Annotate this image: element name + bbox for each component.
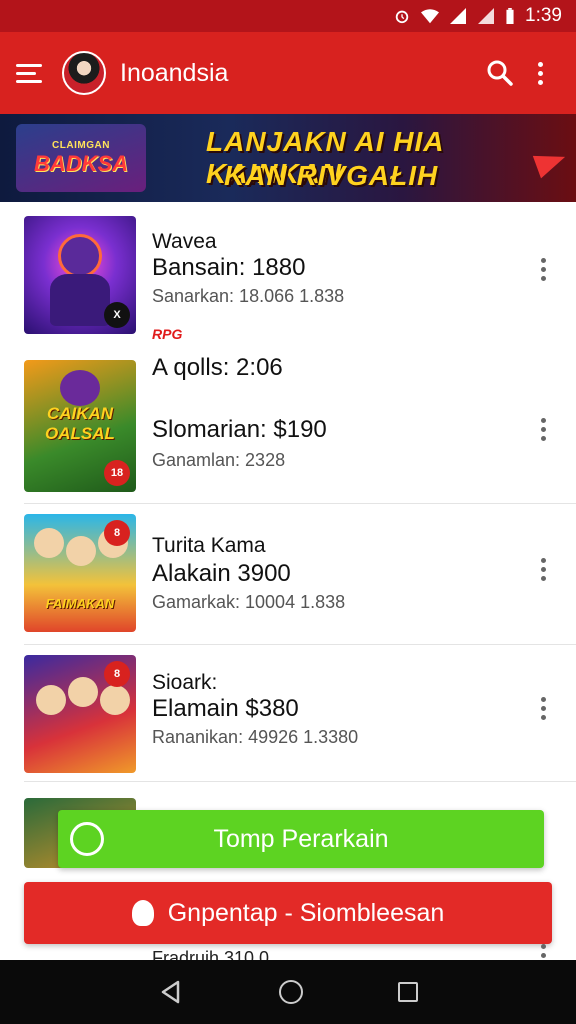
age-badge: 8 (104, 661, 130, 687)
thumbnail-title: FAIMAKAN (45, 596, 115, 611)
status-bar: 1:39 (0, 0, 576, 32)
search-button[interactable] (480, 53, 520, 93)
banner-logo: CLAIMGAN BADKSA (16, 124, 146, 192)
x-badge-icon: X (104, 302, 130, 328)
game-stats: Rananikan: 49926 1.3380 (152, 727, 359, 747)
banner-logo-small-text: CLAIMGAN (52, 139, 110, 151)
divider (24, 781, 576, 782)
game-title: Sioark: (152, 671, 218, 694)
game-stats: Ganamlan: 2328 (152, 450, 286, 470)
list-item[interactable]: FAIMAKAN 8 Turita Kama Alakain 3900 Gama… (0, 504, 576, 644)
more-vert-icon[interactable] (541, 418, 546, 441)
game-stats: Sanarkan: 18.066 1.838 (152, 286, 345, 306)
more-vert-icon[interactable] (541, 944, 546, 958)
game-thumbnail: 8 (24, 655, 136, 773)
game-thumbnail: X (24, 216, 136, 334)
clock: 1:39 (525, 5, 562, 26)
game-title: A qolls: 2:06 (152, 354, 283, 381)
signal-icon (450, 8, 467, 24)
red-action-button[interactable]: Gnpentap - Siombleesan (24, 882, 552, 944)
avatar[interactable] (62, 51, 106, 95)
app-bar: Inoandsia (0, 32, 576, 114)
more-vert-icon[interactable] (541, 697, 546, 720)
game-price: Alakain 3900 (152, 560, 291, 587)
list-item[interactable]: CAIKAN OALSAL 18 A qolls: 2:06 Slomarian… (0, 344, 576, 504)
age-badge: 8 (104, 520, 130, 546)
more-vert-icon (537, 61, 543, 85)
game-title: Turita Kama (152, 534, 266, 557)
wifi-icon (421, 9, 440, 24)
tap-icon (131, 900, 154, 926)
signal-icon (478, 8, 495, 24)
more-vert-button[interactable] (520, 53, 560, 93)
game-price: Slomarian: $190 (152, 416, 327, 443)
system-nav-bar (0, 960, 576, 1024)
menu-icon[interactable] (16, 55, 52, 91)
more-vert-icon[interactable] (541, 558, 546, 581)
green-button-label: Tomp Perarkain (213, 824, 389, 853)
battery-icon (506, 8, 514, 24)
search-icon (487, 60, 513, 86)
thumbnail-title: CAIKAN OALSAL (45, 404, 115, 443)
game-title: Wavea (152, 230, 217, 253)
list-item[interactable]: X Wavea Bansain: 1880 Sanarkan: 18.066 1… (0, 202, 576, 344)
home-icon[interactable] (278, 980, 303, 1004)
game-price: Elamain $380 (152, 695, 299, 722)
banner-logo-big-text: BADKSA (33, 150, 129, 176)
game-thumbnail: CAIKAN OALSAL 18 (24, 360, 136, 492)
promo-banner[interactable]: CLAIMGAN BADKSA LANJAKN AI HIA KAINKAN K… (0, 114, 576, 202)
game-thumbnail: FAIMAKAN 8 (24, 514, 136, 632)
game-stats: Gamarkak: 10004 1.838 (152, 592, 346, 612)
app-title: Inoandsia (120, 58, 229, 87)
age-badge: 18 (104, 460, 130, 486)
genre-tag: RPG (152, 326, 183, 342)
recents-icon[interactable] (398, 982, 419, 1002)
green-action-button[interactable]: Tomp Perarkain (58, 810, 544, 868)
banner-subheadline: KAN RIVGAŁIH (224, 160, 439, 191)
alarm-icon (395, 10, 409, 24)
back-icon[interactable] (158, 979, 184, 1005)
red-button-label: Gnpentap - Siombleesan (167, 898, 445, 927)
chat-icon (70, 822, 104, 856)
list-item[interactable]: 8 Sioark: Elamain $380 Rananikan: 49926 … (0, 645, 576, 781)
more-vert-icon[interactable] (541, 258, 546, 281)
game-price: Bansain: 1880 (152, 254, 306, 281)
